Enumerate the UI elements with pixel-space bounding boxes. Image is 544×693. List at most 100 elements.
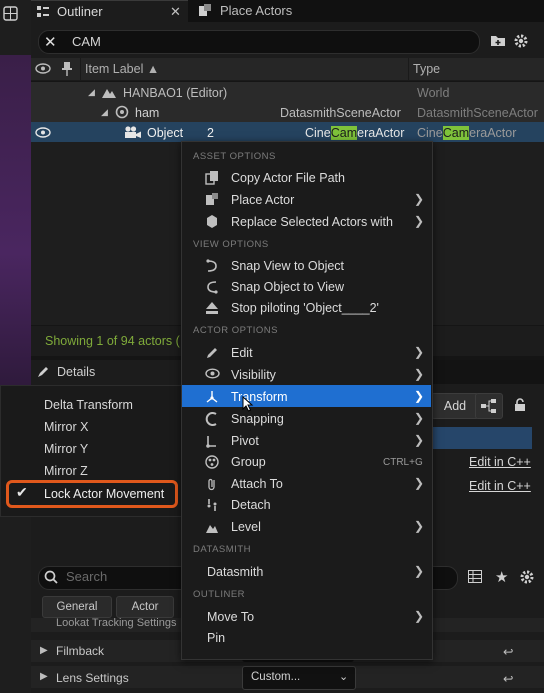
collapse-arrow-icon[interactable]: ▶ xyxy=(40,671,48,682)
menu-item-transform[interactable]: Transform xyxy=(231,390,288,404)
world-icon xyxy=(102,86,116,98)
filter-chip-actor[interactable]: Actor xyxy=(116,596,174,618)
submenu-item-mirror-x[interactable]: Mirror X xyxy=(44,420,88,434)
add-component-button[interactable]: Add xyxy=(431,393,479,419)
submenu-arrow-icon: ❯ xyxy=(414,367,425,381)
row-type: DatasmithSceneActor xyxy=(417,106,538,120)
close-tab-icon[interactable]: ✕ xyxy=(170,1,181,23)
submenu-arrow-icon: ❯ xyxy=(414,433,425,447)
visibility-column-eye-icon[interactable] xyxy=(35,63,51,74)
tab-place-actors[interactable]: Place Actors xyxy=(192,0,352,22)
menu-item-move-to[interactable]: Move To xyxy=(207,610,254,624)
add-folder-icon[interactable] xyxy=(490,33,506,47)
category-label-filmback: Filmback xyxy=(56,644,105,658)
menu-item-copy-actor-file-path[interactable]: Copy Actor File Path xyxy=(231,171,345,185)
table-view-icon[interactable] xyxy=(468,570,482,583)
pivot-icon xyxy=(205,434,221,448)
menu-item-pin[interactable]: Pin xyxy=(207,631,225,645)
submenu-arrow-icon: ❯ xyxy=(414,214,425,228)
blueprint-button[interactable] xyxy=(475,393,503,419)
attach-paperclip-icon xyxy=(205,477,221,491)
row-label: ham xyxy=(135,106,160,120)
menu-item-edit[interactable]: Edit xyxy=(231,346,253,360)
row-number: 2 xyxy=(207,126,214,140)
blueprint-icon xyxy=(481,399,497,413)
layout-grid-icon[interactable] xyxy=(3,6,18,21)
scene-actor-icon xyxy=(115,105,129,119)
place-actor-icon xyxy=(205,193,221,207)
item-label-column[interactable]: Item Label ▲ xyxy=(85,62,159,76)
outliner-search-input[interactable] xyxy=(38,30,480,54)
tab-details[interactable]: Details xyxy=(31,360,181,384)
detach-icon xyxy=(205,498,221,512)
outliner-icon xyxy=(37,6,49,18)
section-datasmith: DATASMITH xyxy=(193,544,251,555)
menu-item-group[interactable]: Group xyxy=(231,455,266,469)
lens-settings-dropdown[interactable]: Custom... ⌄ xyxy=(242,666,356,690)
menu-item-datasmith[interactable]: Datasmith xyxy=(207,565,263,579)
menu-item-replace-selected-actors[interactable]: Replace Selected Actors with xyxy=(231,215,393,229)
submenu-item-mirror-y[interactable]: Mirror Y xyxy=(44,442,88,456)
visibility-eye-icon xyxy=(205,368,221,382)
details-tab-label: Details xyxy=(57,365,96,379)
lock-icon[interactable] xyxy=(514,398,526,412)
reset-arrow-icon[interactable]: ↩ xyxy=(503,671,513,686)
submenu-arrow-icon: ❯ xyxy=(414,192,425,206)
type-column[interactable]: Type xyxy=(413,62,440,76)
lens-dropdown-value: Custom... xyxy=(251,671,301,683)
expand-arrow-icon[interactable]: ◢ xyxy=(88,87,95,98)
expand-arrow-icon[interactable]: ◢ xyxy=(101,107,108,118)
edit-in-cpp-link[interactable]: Edit in C++ xyxy=(469,479,531,493)
clear-search-icon[interactable]: ✕ xyxy=(44,33,57,51)
section-actor-options: ACTOR OPTIONS xyxy=(193,325,278,336)
actor-count-status: Showing 1 of 94 actors ( xyxy=(45,334,180,348)
replace-actors-icon xyxy=(205,215,221,229)
details-settings-gear-icon[interactable] xyxy=(519,569,535,585)
lock-actor-movement-highlight xyxy=(6,480,178,508)
menu-item-stop-piloting[interactable]: Stop piloting 'Object____2' xyxy=(231,301,379,315)
section-view-options: VIEW OPTIONS xyxy=(193,239,269,250)
menu-item-snapping[interactable]: Snapping xyxy=(231,412,284,426)
menu-item-snap-view-to-object[interactable]: Snap View to Object xyxy=(231,259,344,273)
submenu-arrow-icon: ❯ xyxy=(414,519,425,533)
details-icon xyxy=(37,366,49,378)
menu-item-pivot[interactable]: Pivot xyxy=(231,434,259,448)
tab-outliner[interactable]: Outliner ✕ xyxy=(31,0,188,23)
group-shortcut: CTRL+G xyxy=(383,457,423,468)
tab-outliner-label: Outliner xyxy=(57,4,103,19)
submenu-arrow-icon: ❯ xyxy=(414,564,425,578)
component-row-selected[interactable] xyxy=(431,427,532,449)
menu-item-attach-to[interactable]: Attach To xyxy=(231,477,283,491)
tab-place-actors-label: Place Actors xyxy=(220,3,293,18)
menu-item-level[interactable]: Level xyxy=(231,520,261,534)
menu-item-visibility[interactable]: Visibility xyxy=(231,368,276,382)
collapse-arrow-icon[interactable]: ▶ xyxy=(40,645,48,656)
menu-item-detach[interactable]: Detach xyxy=(231,498,271,512)
submenu-item-mirror-z[interactable]: Mirror Z xyxy=(44,464,88,478)
place-actors-icon xyxy=(198,4,212,18)
filter-chip-general[interactable]: General xyxy=(42,596,112,618)
add-button-label: Add xyxy=(443,399,467,413)
copy-path-icon xyxy=(205,171,221,185)
visibility-eye-icon[interactable] xyxy=(35,127,51,138)
menu-item-snap-object-to-view[interactable]: Snap Object to View xyxy=(231,280,344,294)
viewport-edge xyxy=(0,55,31,385)
settings-gear-icon[interactable] xyxy=(513,33,529,49)
favorites-star-icon[interactable]: ★ xyxy=(495,568,508,586)
snapping-icon xyxy=(205,412,221,426)
pin-column-icon[interactable] xyxy=(62,62,72,76)
reset-arrow-icon[interactable]: ↩ xyxy=(503,644,513,659)
section-outliner: OUTLINER xyxy=(193,589,246,600)
snap-view-icon xyxy=(205,259,221,273)
camera-icon xyxy=(124,126,142,138)
group-icon xyxy=(205,455,221,469)
snap-object-icon xyxy=(205,280,221,294)
mouse-cursor-icon xyxy=(242,396,254,412)
edit-in-cpp-link[interactable]: Edit in C++ xyxy=(469,455,531,469)
search-icon xyxy=(44,570,58,584)
section-asset-options: ASSET OPTIONS xyxy=(193,151,276,162)
outliner-search-value: CAM xyxy=(72,34,101,49)
submenu-item-delta-transform[interactable]: Delta Transform xyxy=(44,398,133,412)
menu-item-place-actor[interactable]: Place Actor xyxy=(231,193,294,207)
edit-pencil-icon xyxy=(205,346,221,360)
